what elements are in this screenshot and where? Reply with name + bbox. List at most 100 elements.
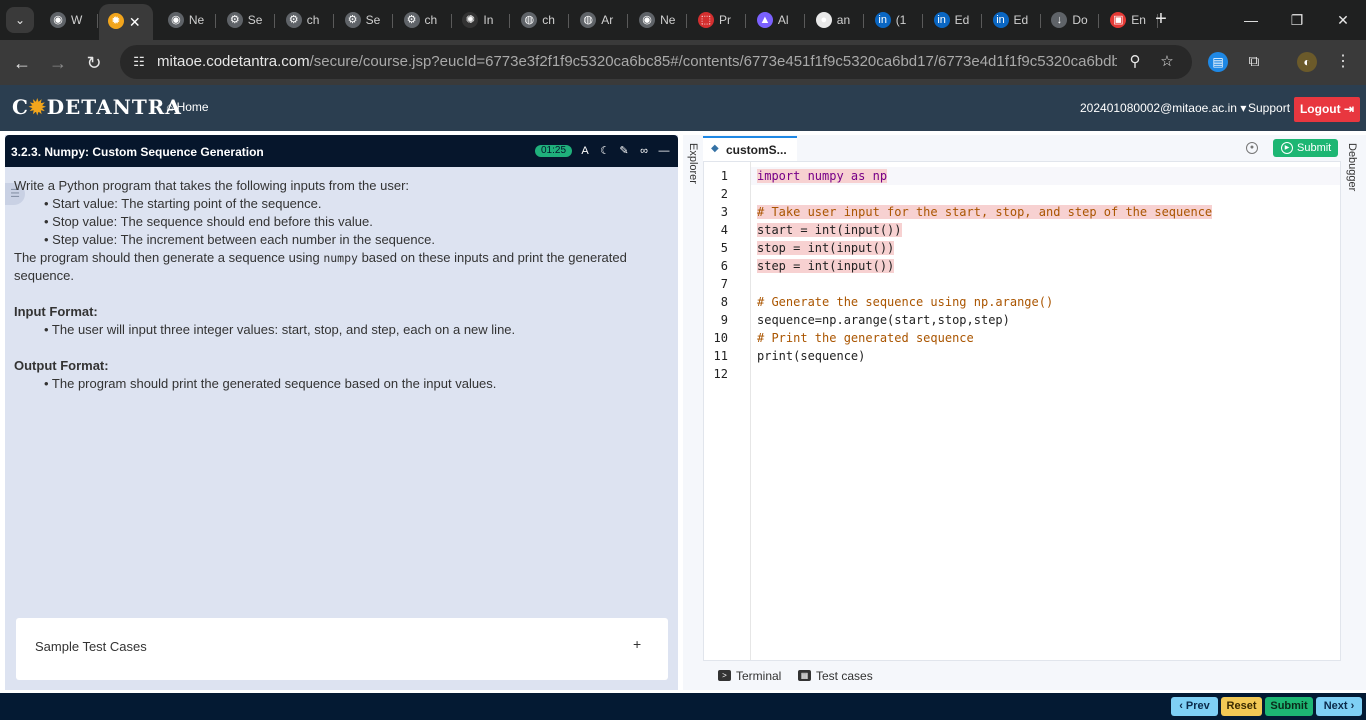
line-number: 7 [720, 277, 728, 291]
browser-tab[interactable]: in Ed [983, 6, 1041, 34]
browser-tab[interactable]: ⚙ ch [276, 6, 334, 34]
footer-submit-button[interactable]: Submit [1265, 697, 1313, 716]
code-line-4[interactable]: start = int(input()) [757, 221, 902, 239]
line-number: 6 [720, 259, 728, 273]
test-cases-tab[interactable]: ▦ Test cases [798, 669, 873, 683]
logo-o: ✹ [28, 95, 47, 119]
browser-tab[interactable]: ◍ Ar [570, 6, 629, 34]
site-info-icon[interactable]: ☷ [130, 53, 148, 71]
minimize-panel-icon[interactable]: — [657, 144, 671, 158]
reload-button[interactable]: ↻ [81, 50, 107, 76]
code-line-6[interactable]: step = int(input()) [757, 257, 895, 275]
footer-bar: ‹ Prev Reset Submit Next › [0, 693, 1366, 720]
debugger-strip[interactable]: Debugger [1343, 135, 1363, 690]
browser-menu-icon[interactable]: ⋮ [1333, 52, 1353, 72]
test-cases-icon: ▦ [798, 670, 811, 681]
browser-tab[interactable]: ◉ W [40, 6, 98, 34]
prev-button[interactable]: ‹ Prev [1171, 697, 1218, 716]
browser-tab[interactable]: ◉ Ne [158, 6, 216, 34]
browser-tab[interactable]: ⚙ Se [335, 6, 393, 34]
problem-description: Write a Python program that takes the fo… [14, 177, 654, 393]
new-tab-button[interactable]: + [1150, 8, 1172, 32]
browser-tab[interactable]: ◉ Ne [629, 6, 688, 34]
browser-tab[interactable]: ✺ In [452, 6, 511, 34]
browser-tab[interactable]: ↓ Do [1041, 6, 1100, 34]
tab-separator [97, 14, 98, 28]
code-line-10[interactable]: # Print the generated sequence [757, 329, 974, 347]
code-text: import numpy as np [757, 169, 888, 183]
browser-tab[interactable]: ⬚ Pr [688, 6, 746, 34]
minimize-button[interactable]: — [1236, 8, 1266, 32]
browser-tab[interactable]: ⚙ Se [217, 6, 275, 34]
browser-tab[interactable]: ⚙ ch [394, 6, 452, 34]
browser-tab[interactable]: ▲ Al [747, 6, 805, 34]
output-format-bullet: • The program should print the generated… [44, 376, 497, 391]
address-bar[interactable]: ☷ mitaoe.codetantra.com/secure/course.js… [120, 45, 1192, 79]
focus-target-icon[interactable]: ● [1246, 142, 1258, 154]
browser-tab[interactable]: ● an [806, 6, 864, 34]
close-window-button[interactable]: ✕ [1328, 8, 1358, 32]
linkedin-icon: in [933, 12, 950, 28]
url-path: /secure/course.jsp?eucId=6773e3f2f1f9c53… [309, 53, 1117, 70]
file-tab[interactable]: ◆ customS... [703, 136, 797, 161]
code-line-11[interactable]: print(sequence) [757, 347, 865, 365]
forward-button[interactable]: → [45, 50, 71, 76]
browser-tab[interactable]: in (1 [865, 6, 923, 34]
support-link[interactable]: Support [1248, 101, 1290, 115]
tab-separator [980, 14, 982, 28]
explorer-tab[interactable]: Explorer [687, 143, 699, 184]
edit-icon[interactable]: ✎ [617, 144, 631, 158]
openai-icon: ✺ [462, 12, 479, 28]
debugger-tab[interactable]: Debugger [1346, 143, 1358, 191]
restore-button[interactable]: ❐ [1282, 8, 1312, 32]
browser-tab[interactable]: ◍ ch [511, 6, 570, 34]
user-email: 202401080002@mitaoe.ac.in [1080, 101, 1237, 115]
code-line-8[interactable]: # Generate the sequence using np.arange(… [757, 293, 1053, 311]
sample-test-cases-accordion[interactable]: Sample Test Cases + [16, 618, 668, 680]
bookmark-star-icon[interactable]: ☆ [1157, 52, 1177, 72]
browser-tab-title: Ne [188, 13, 205, 27]
link-icon[interactable]: ∞ [637, 144, 651, 158]
url-text[interactable]: mitaoe.codetantra.com/secure/course.jsp?… [157, 45, 1117, 79]
browser-tab[interactable]: in Ed [924, 6, 982, 34]
code-line-9[interactable]: sequence=np.arange(start,stop,step) [757, 311, 1010, 329]
code-editor[interactable]: 1 2 3 4 5 6 7 8 9 10 11 12 import numpy … [703, 161, 1341, 661]
user-menu[interactable]: 202401080002@mitaoe.ac.in ▾ [1080, 101, 1246, 115]
dark-mode-moon-icon[interactable]: ☾ [598, 144, 612, 158]
extension-icon[interactable]: ▤ [1208, 52, 1228, 72]
chrome-icon: ◉ [167, 12, 184, 28]
tab-separator [921, 14, 923, 28]
sample-test-cases-label: Sample Test Cases [35, 639, 147, 654]
line-number-gutter: 1 2 3 4 5 6 7 8 9 10 11 12 [704, 162, 751, 660]
logout-button[interactable]: Logout ⇥ [1294, 97, 1360, 122]
browser-tab-title: ch [424, 13, 438, 27]
code-line-5[interactable]: stop = int(input()) [757, 239, 895, 257]
code-line-3[interactable]: # Take user input for the start, stop, a… [757, 203, 1213, 221]
codetantra-logo[interactable]: C✹DETANTRA [12, 95, 182, 119]
zoom-icon[interactable]: ⚲ [1125, 52, 1145, 72]
expand-plus-icon[interactable]: + [633, 636, 641, 652]
next-button[interactable]: Next › [1316, 697, 1362, 716]
extensions-puzzle-icon[interactable]: ⧉ [1244, 52, 1264, 72]
logo-rest: DETANTRA [46, 95, 182, 119]
bottom-panel-tabs: > Terminal ▦ Test cases [703, 661, 1341, 690]
close-tab-icon[interactable]: ✕ [129, 4, 141, 40]
profile-avatar[interactable]: ◐ [1297, 52, 1317, 72]
font-size-icon[interactable]: A [578, 144, 592, 158]
tab-separator [745, 14, 746, 28]
code-line-1[interactable]: import numpy as np [757, 167, 888, 185]
home-link[interactable]: ⌂ Home [166, 100, 209, 114]
code-text: # Take user input for the start, stop, a… [757, 205, 1213, 219]
back-button[interactable]: ← [9, 50, 35, 76]
tab-search-button[interactable]: ⌄ [6, 7, 34, 33]
tab-separator [332, 14, 334, 28]
editor-submit-button[interactable]: ▶ Submit [1273, 139, 1338, 157]
reset-button[interactable]: Reset [1221, 697, 1262, 716]
problem-header: 3.2.3. Numpy: Custom Sequence Generation… [5, 135, 678, 167]
browser-tab[interactable]: ✹ ✕ [98, 4, 153, 40]
terminal-tab[interactable]: > Terminal [718, 669, 781, 683]
test-cases-label: Test cases [816, 669, 873, 683]
input-format-heading: Input Format: [14, 304, 98, 319]
tab-separator [391, 14, 393, 28]
explorer-strip[interactable]: Explorer [683, 135, 703, 690]
